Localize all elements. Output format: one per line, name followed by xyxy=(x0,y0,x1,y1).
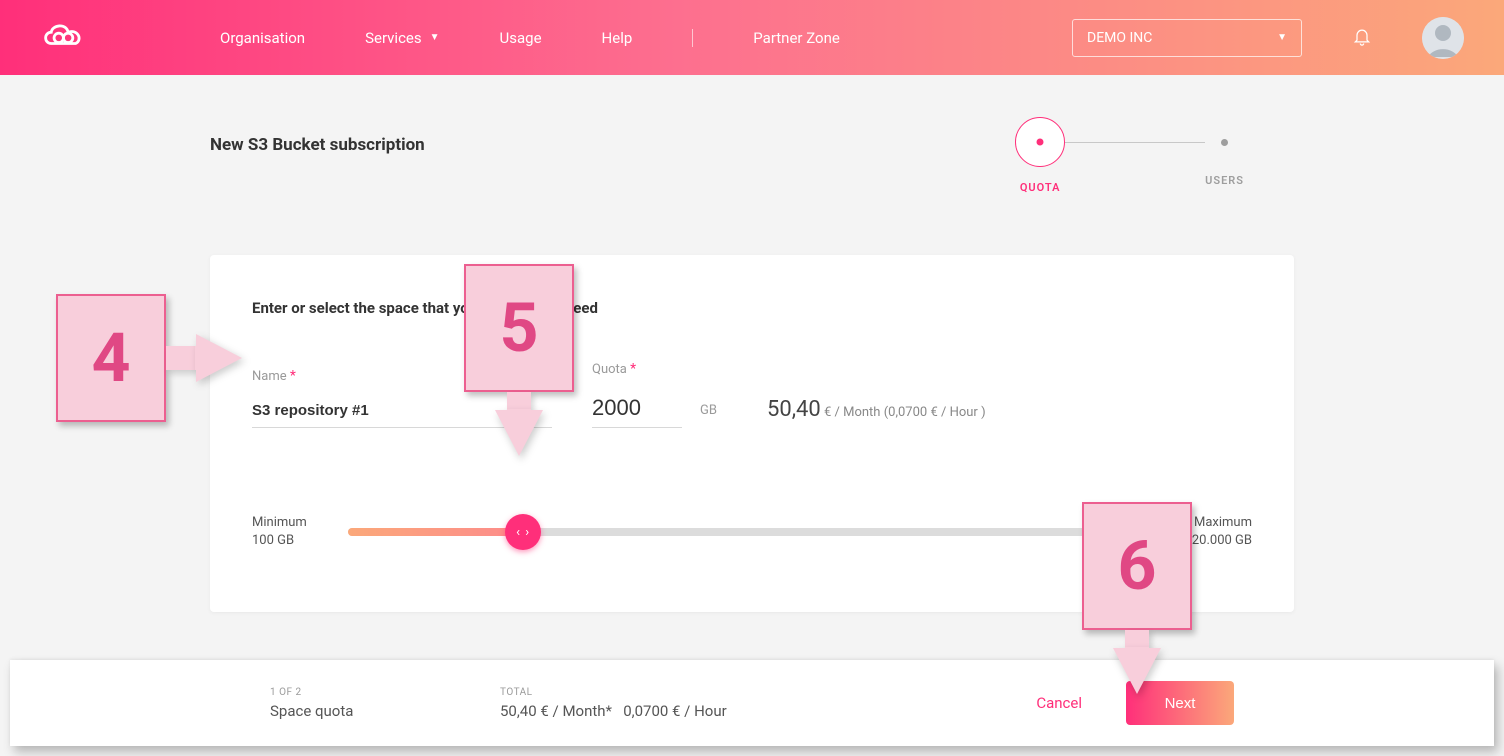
name-input[interactable] xyxy=(252,398,552,428)
org-selector[interactable]: DEMO INC ▼ xyxy=(1072,19,1302,57)
nav-divider xyxy=(692,29,693,47)
name-label: Name * xyxy=(252,368,552,384)
quota-slider[interactable]: ‹ › xyxy=(348,528,1144,536)
cancel-button[interactable]: Cancel xyxy=(1036,694,1082,712)
next-button[interactable]: Next xyxy=(1126,681,1234,725)
price-display: 50,40 € / Month (0,0700 € / Hour ) xyxy=(767,397,986,428)
notifications-icon[interactable] xyxy=(1352,25,1372,51)
nav-organisation[interactable]: Organisation xyxy=(220,29,305,47)
slider-max-label: Maximum 20.000 GB xyxy=(1152,514,1252,550)
footer-total-value: 50,40 € / Month* 0,0700 € / Hour xyxy=(500,702,727,720)
nav-usage[interactable]: Usage xyxy=(500,29,542,47)
top-bar: Organisation Services ▼ Usage Help Partn… xyxy=(0,0,1504,75)
avatar[interactable] xyxy=(1422,17,1464,59)
quota-label: Quota * xyxy=(592,361,682,377)
chevron-down-icon: ▼ xyxy=(1277,32,1287,43)
chevron-down-icon: ▼ xyxy=(430,32,440,43)
footer-bar: 1 OF 2 Space quota TOTAL 50,40 € / Month… xyxy=(10,660,1494,746)
step-quota-indicator xyxy=(1015,117,1065,167)
step-indicator: QUOTA USERS xyxy=(1015,117,1244,194)
nav-partner-zone[interactable]: Partner Zone xyxy=(753,29,840,47)
card-heading: Enter or select the space that you are g… xyxy=(252,299,1252,317)
footer-progress: 1 OF 2 xyxy=(270,687,500,698)
footer-total-label: TOTAL xyxy=(500,687,727,698)
slider-min-label: Minimum 100 GB xyxy=(252,514,340,550)
quota-card: Enter or select the space that you are g… xyxy=(210,255,1294,612)
footer-step-name: Space quota xyxy=(270,702,500,720)
step-quota-label: QUOTA xyxy=(1020,181,1061,194)
step-users-label: USERS xyxy=(1205,174,1244,187)
nav-services[interactable]: Services ▼ xyxy=(365,29,439,47)
slider-thumb[interactable]: ‹ › xyxy=(505,514,541,550)
step-users-indicator xyxy=(1221,139,1228,146)
logo-icon[interactable] xyxy=(40,18,100,58)
nav-help[interactable]: Help xyxy=(602,29,633,47)
quota-unit: GB xyxy=(700,403,717,428)
quota-input[interactable] xyxy=(592,391,682,428)
